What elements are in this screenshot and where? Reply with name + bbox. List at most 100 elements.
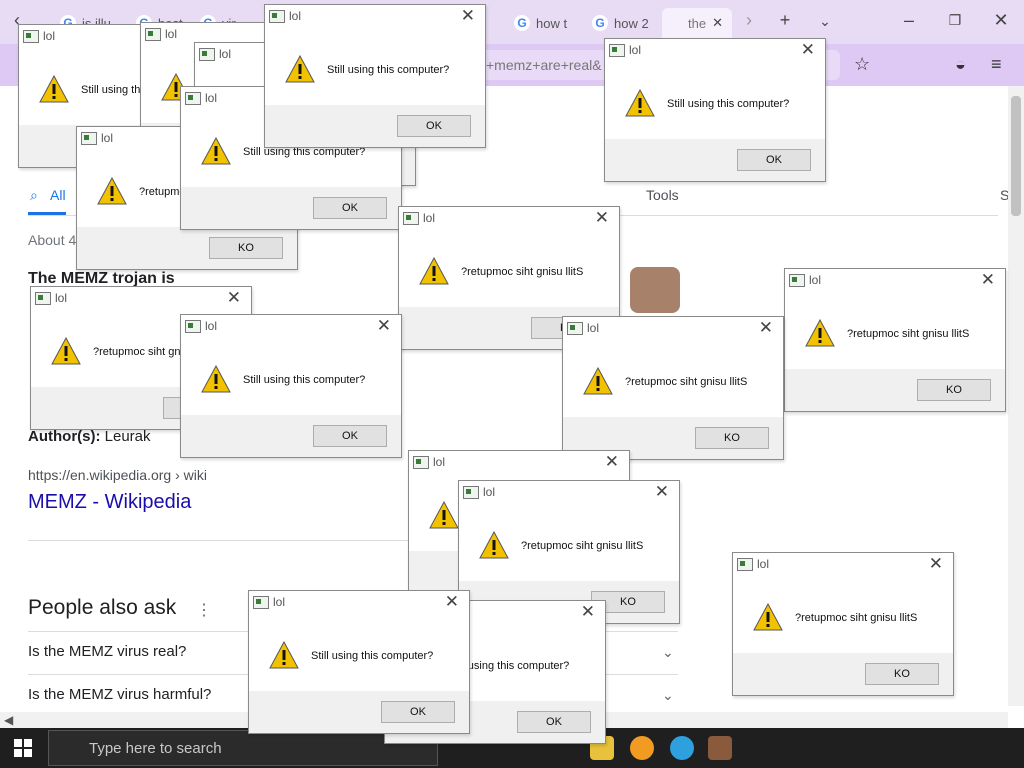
close-icon[interactable]: ✕ — [981, 271, 995, 289]
tab-label: the — [688, 15, 707, 31]
dialog-titlebar[interactable]: lol ✕ — [733, 553, 953, 579]
ok-button[interactable]: OK — [313, 197, 387, 219]
dialog-footer: OK — [605, 139, 825, 181]
dialog-footer: KO — [785, 369, 1005, 411]
close-icon[interactable]: ✕ — [227, 289, 241, 307]
close-icon[interactable]: ✕ — [605, 453, 619, 471]
close-icon[interactable]: ✕ — [461, 7, 475, 25]
warning-icon — [97, 177, 127, 205]
tab-close-icon[interactable]: ✕ — [712, 15, 723, 31]
close-icon[interactable]: ✕ — [801, 41, 815, 59]
taskbar-search-box[interactable]: Type here to search — [48, 730, 438, 766]
app-window-icon — [413, 456, 429, 469]
close-icon[interactable]: ✕ — [759, 319, 773, 337]
dialog-titlebar[interactable]: lol ✕ — [31, 287, 251, 313]
close-icon[interactable]: ✕ — [929, 555, 943, 573]
dialog-title: lol — [757, 557, 770, 571]
message-dialog[interactable]: lol ✕ Still using this computer? OK — [264, 4, 486, 148]
dialog-titlebar[interactable]: lol ✕ — [265, 5, 485, 31]
dialog-titlebar[interactable]: lol ✕ — [605, 39, 825, 65]
app-window-icon — [199, 48, 215, 61]
bookmark-star-icon[interactable]: ☆ — [854, 54, 870, 75]
ok-button[interactable]: OK — [313, 425, 387, 447]
dialog-title: lol — [165, 27, 178, 41]
result-count: About 4 — [28, 232, 77, 248]
dialog-title: lol — [289, 9, 302, 23]
restore-icon[interactable]: ❐ — [942, 12, 968, 29]
app-window-icon — [789, 274, 805, 287]
dialog-titlebar[interactable]: lol ✕ — [563, 317, 783, 343]
dialog-titlebar[interactable]: lol ✕ — [459, 481, 679, 507]
pocket-icon[interactable]: ◒ — [955, 54, 966, 75]
app-window-icon — [609, 44, 625, 57]
dialog-message: ?retupmoc siht gnisu llitS — [847, 328, 970, 340]
dialog-title: lol — [629, 43, 642, 57]
app-window-icon — [23, 30, 39, 43]
ok-button[interactable]: KO — [695, 427, 769, 449]
close-icon[interactable]: ✕ — [581, 603, 595, 621]
new-tab-icon[interactable]: + — [772, 10, 798, 31]
app-window-icon — [567, 322, 583, 335]
message-dialog[interactable]: lol ✕ Still using this computer? OK — [248, 590, 470, 734]
question-1[interactable]: Is the MEMZ virus real? — [28, 643, 186, 660]
message-dialog[interactable]: lol ✕ ?retupmoc siht gnisu llitS KO — [562, 316, 784, 460]
dialog-message: Still using this computer? — [243, 374, 366, 386]
ok-button[interactable]: KO — [865, 663, 939, 685]
tab-5[interactable]: G how 2 — [592, 8, 654, 38]
message-dialog[interactable]: lol ✕ ?retupmoc siht gnisu llitS KO — [732, 552, 954, 696]
dialog-footer: OK — [265, 105, 485, 147]
result-thumbnail[interactable] — [630, 267, 680, 313]
edge-icon[interactable] — [670, 736, 694, 760]
ok-button[interactable]: OK — [381, 701, 455, 723]
warning-icon — [269, 641, 299, 669]
scroll-left-icon[interactable]: ◀ — [4, 713, 13, 727]
question-2[interactable]: Is the MEMZ virus harmful? — [28, 686, 211, 703]
dialog-titlebar[interactable]: lol ✕ — [181, 315, 401, 341]
scrollbar-thumb[interactable] — [1011, 96, 1021, 216]
tab-active[interactable]: the ✕ — [662, 8, 732, 38]
ok-button[interactable]: KO — [917, 379, 991, 401]
dialog-title: lol — [273, 595, 286, 609]
tools-button[interactable]: Tools — [646, 187, 679, 203]
result-source: https://en.wikipedia.org › wiki — [28, 467, 207, 483]
tab-list-chevron-icon[interactable]: ⌄ — [812, 13, 838, 30]
dialog-titlebar[interactable]: lol ✕ — [785, 269, 1005, 295]
tab-4[interactable]: G how t — [514, 8, 584, 38]
message-dialog[interactable]: lol ✕ Still using this computer? OK — [180, 314, 402, 458]
window-close-icon[interactable]: ✕ — [988, 10, 1014, 31]
ok-button[interactable]: OK — [737, 149, 811, 171]
chevron-down-icon[interactable]: ⌄ — [662, 687, 674, 704]
firefox-icon[interactable] — [630, 736, 654, 760]
message-dialog[interactable]: lol ✕ ?retupmoc siht gnisu llitS KO — [784, 268, 1006, 412]
ok-button[interactable]: KO — [209, 237, 283, 259]
warning-icon — [39, 75, 69, 103]
dialog-titlebar[interactable]: lol ✕ — [249, 591, 469, 617]
warning-icon — [419, 257, 449, 285]
close-icon[interactable]: ✕ — [377, 317, 391, 335]
close-icon[interactable]: ✕ — [445, 593, 459, 611]
tab-all[interactable]: All — [50, 187, 66, 203]
menu-icon[interactable]: ≡ — [991, 54, 1002, 75]
ok-button[interactable]: OK — [397, 115, 471, 137]
dialog-titlebar[interactable]: lol ✕ — [409, 451, 629, 477]
dialog-message: ?retupmoc siht gnisu llitS — [795, 612, 918, 624]
app-icon[interactable] — [708, 736, 732, 760]
windows-start-icon[interactable] — [14, 739, 32, 757]
more-options-icon[interactable]: ⋮ — [196, 600, 212, 620]
dialog-titlebar[interactable]: lol ✕ — [399, 207, 619, 233]
ok-button[interactable]: OK — [517, 711, 591, 733]
close-icon[interactable]: ✕ — [655, 483, 669, 501]
close-icon[interactable]: ✕ — [595, 209, 609, 227]
dialog-footer: KO — [77, 227, 297, 269]
tab-scroll-right-icon[interactable]: › — [736, 10, 762, 31]
wikipedia-link[interactable]: MEMZ - Wikipedia — [28, 491, 191, 514]
dialog-body: Still using this computer? — [605, 65, 825, 139]
message-dialog[interactable]: lol ✕ Still using this computer? OK — [604, 38, 826, 182]
dialog-body: Still using this computer? — [265, 31, 485, 105]
dialog-title: lol — [219, 47, 232, 61]
dialog-message: ?retupmoc siht gnisu llitS — [521, 540, 644, 552]
chevron-down-icon[interactable]: ⌄ — [662, 644, 674, 661]
app-window-icon — [35, 292, 51, 305]
dialog-title: lol — [205, 319, 218, 333]
minimize-icon[interactable]: – — [896, 10, 922, 31]
